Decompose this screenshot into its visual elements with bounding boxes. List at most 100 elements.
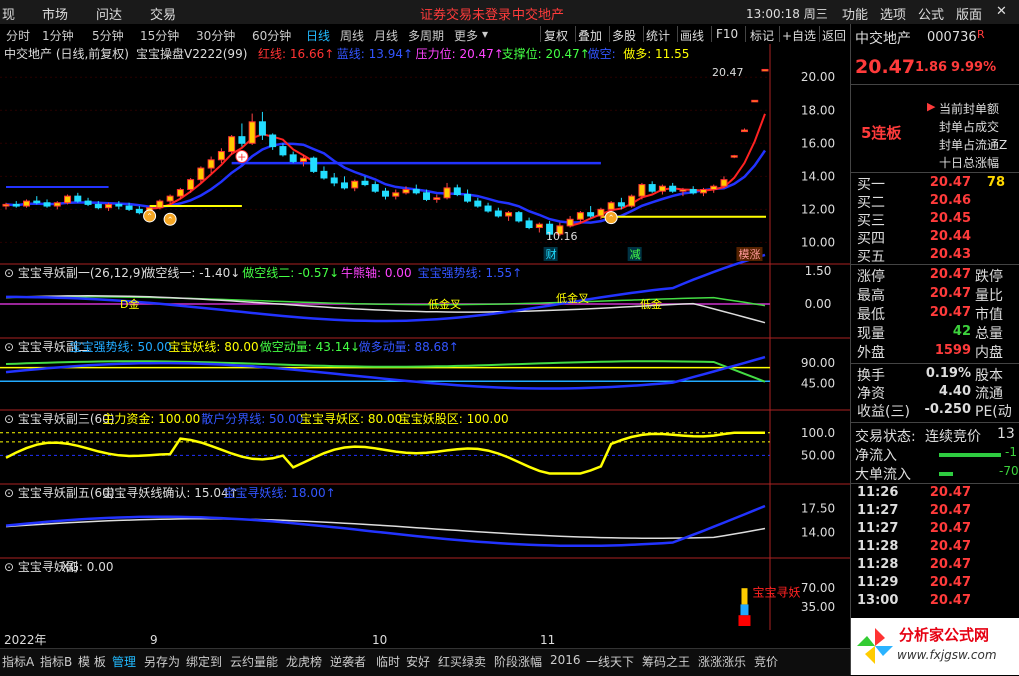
tab-15min[interactable]: 15分钟: [140, 27, 179, 44]
tab-stage-gain[interactable]: 阶段涨幅: [494, 653, 542, 670]
event-badge[interactable]: 模涨: [738, 248, 760, 261]
legend-entry: 主力资金: 100.00: [102, 411, 200, 426]
menu-item-trade[interactable]: 交易: [150, 4, 176, 23]
stats-button[interactable]: 统计: [646, 27, 670, 44]
tab-multi-period[interactable]: 多周期: [408, 27, 444, 44]
tab-temp[interactable]: 临时: [376, 653, 400, 670]
tab-daily[interactable]: 日线: [306, 27, 330, 44]
tab-rise-joy[interactable]: 涨涨涨乐: [698, 653, 746, 670]
tab-one-line[interactable]: 一线天下: [586, 653, 634, 670]
price-tick-label: 16.00: [801, 136, 835, 150]
bid-price[interactable]: 20.44: [921, 229, 971, 244]
draw-line-button[interactable]: 画线: [680, 27, 704, 44]
tab-manage[interactable]: 管理: [112, 653, 136, 670]
candle-body: [464, 193, 472, 202]
multi-stock-button[interactable]: 多股: [612, 27, 636, 44]
tab-timeshare[interactable]: 分时: [6, 27, 30, 44]
chevron-down-icon[interactable]: ▾: [482, 27, 488, 41]
login-status[interactable]: 证券交易未登录: [420, 4, 511, 23]
tick-price: 20.47: [929, 575, 971, 590]
bid-price[interactable]: 20.47: [921, 175, 971, 190]
menu-item-market[interactable]: 市场: [42, 4, 68, 23]
candle-body: [105, 203, 113, 209]
tab-chip-king[interactable]: 筹码之王: [642, 653, 690, 670]
candle-body: [135, 208, 143, 214]
price-tick-label: 12.00: [801, 202, 835, 216]
tab-dragon-tiger[interactable]: 龙虎榜: [286, 653, 322, 670]
tab-more[interactable]: 更多: [454, 27, 478, 44]
subpanel-title[interactable]: ⊙ 宝宝寻妖副三(60): [4, 412, 115, 426]
candle-body: [607, 202, 615, 210]
divider: [851, 422, 1019, 423]
bid-price[interactable]: 20.46: [921, 193, 971, 208]
overlay-button[interactable]: 叠加: [578, 27, 602, 44]
stat-label: 内盘: [975, 345, 1003, 361]
tick-time: 11:28: [857, 557, 899, 572]
cross-annotation: D金: [120, 297, 139, 311]
tab-indicator-a[interactable]: 指标A: [2, 653, 34, 670]
signal-bar: [738, 615, 751, 626]
tab-auction[interactable]: 竞价: [754, 653, 778, 670]
stock-name: 中交地产: [855, 31, 911, 47]
indicator-name[interactable]: 宝宝操盘V2222(99): [136, 46, 247, 61]
tab-comeback[interactable]: 逆袭者: [330, 653, 366, 670]
tab-2016[interactable]: 2016: [550, 653, 581, 667]
tab-indicator-b[interactable]: 指标B: [40, 653, 72, 670]
bid-price[interactable]: 20.45: [921, 211, 971, 226]
bid-label: 买四: [857, 231, 885, 247]
tab-weekly[interactable]: 周线: [340, 27, 364, 44]
candle-body: [597, 208, 605, 217]
price-change-pct: 9.99%: [951, 60, 997, 75]
menu-item-layout[interactable]: 版面: [956, 4, 982, 23]
close-icon[interactable]: ✕: [996, 4, 1007, 19]
kline-chart[interactable]: 20.00 18.00 16.00 14.00 12.00 10.00 ⌃ ⌃ ⌃ + 中交地产 (…: [0, 44, 850, 650]
back-button[interactable]: 返回: [822, 27, 846, 44]
adjust-button[interactable]: 复权: [544, 27, 568, 44]
divider: [677, 26, 678, 42]
tab-60min[interactable]: 60分钟: [252, 27, 291, 44]
menu-item-formula[interactable]: 公式: [918, 4, 944, 23]
candle-body: [617, 202, 625, 207]
divider: [575, 26, 576, 42]
legend-entry: 宝宝妖股区: 100.00: [399, 412, 509, 426]
tab-30min[interactable]: 30分钟: [196, 27, 235, 44]
tab-anhao[interactable]: 安好: [406, 653, 430, 670]
signal-label: 宝宝寻妖: [752, 585, 800, 599]
candle-body: [505, 212, 513, 217]
tick-price: 20.47: [929, 485, 971, 500]
event-badge[interactable]: 财: [546, 247, 557, 261]
tab-template[interactable]: 模 板: [78, 653, 106, 670]
f10-button[interactable]: F10: [716, 27, 738, 41]
stat-label: 量比: [975, 288, 1003, 304]
candle-body: [515, 212, 523, 222]
candle-body: [12, 203, 20, 207]
tab-1min[interactable]: 1分钟: [42, 27, 74, 44]
subpanel-tick-label: 1.50: [805, 264, 832, 278]
chart-area[interactable]: 20.00 18.00 16.00 14.00 12.00 10.00 ⌃ ⌃ ⌃ + 中交地产 (…: [0, 44, 850, 647]
tab-red-buy-green-sell[interactable]: 红买绿卖: [438, 653, 486, 670]
tab-monthly[interactable]: 月线: [374, 27, 398, 44]
bid-label: 买三: [857, 213, 885, 229]
candle-body: [248, 121, 256, 144]
add-watchlist-button[interactable]: +自选: [782, 27, 816, 44]
price-change: 1.86: [915, 60, 948, 75]
candle-body: [361, 180, 369, 186]
subpanel-title[interactable]: ⊙ 宝宝寻妖副五(60): [4, 486, 115, 500]
menu-item-function[interactable]: 功能: [842, 4, 868, 23]
menu-item-wenda[interactable]: 问达: [96, 4, 122, 23]
tab-5min[interactable]: 5分钟: [92, 27, 124, 44]
tab-save-as[interactable]: 另存为: [144, 653, 180, 670]
candle-body: [166, 195, 174, 202]
candle-body: [412, 189, 420, 194]
mark-button[interactable]: 标记: [750, 27, 774, 44]
subpanel-title[interactable]: ⊙ 宝宝寻妖副一(26,12,9): [4, 266, 145, 280]
tab-bind-to[interactable]: 绑定到: [186, 653, 222, 670]
logo-banner: 分析家公式网 www.fxjgsw.com: [851, 618, 1019, 675]
candle-body: [33, 200, 41, 204]
menu-item-view[interactable]: 现: [2, 4, 15, 23]
legend-entry: 做空动量: 43.14↓: [260, 339, 360, 354]
menu-item-options[interactable]: 选项: [880, 4, 906, 23]
event-badge[interactable]: 减: [630, 248, 641, 261]
bid-price[interactable]: 20.43: [921, 247, 971, 262]
tab-cloud-volume[interactable]: 云约量能: [230, 653, 278, 670]
